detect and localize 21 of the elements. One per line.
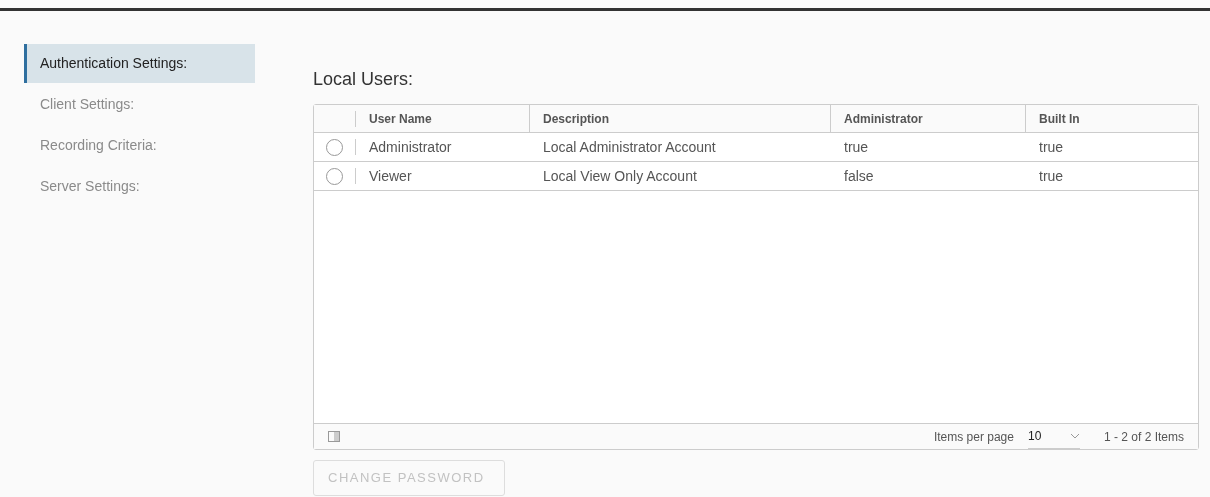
table-cell-text: Local Administrator Account	[542, 137, 716, 157]
table-cell-text: Local View Only Account	[542, 166, 697, 186]
row-radio[interactable]	[326, 138, 343, 156]
items-per-page-select[interactable]: 10	[1027, 424, 1080, 449]
column-header[interactable]: Built In	[1026, 109, 1080, 128]
chevron-down-icon	[1069, 433, 1080, 439]
table-cell-text: true	[1038, 137, 1064, 157]
column-header[interactable]: Description	[530, 109, 609, 128]
table-cell-text: Viewer	[368, 166, 412, 186]
section-title: Local Users:	[313, 68, 415, 91]
columns-toggle-icon[interactable]	[328, 431, 340, 442]
table-cell-text: Administrator	[368, 137, 452, 157]
table-cell-text: false	[843, 166, 874, 186]
sidebar-item[interactable]: Authentication Settings:	[24, 44, 255, 83]
table-cell-text: true	[843, 137, 869, 157]
column-header[interactable]: User Name	[356, 109, 432, 128]
table-cell-text: true	[1038, 166, 1064, 186]
pagination-range: 1 - 2 of 2 Items	[1103, 428, 1184, 446]
row-radio[interactable]	[326, 167, 343, 185]
items-per-page-label: Items per page	[933, 428, 1014, 446]
column-header[interactable]: Administrator	[831, 109, 923, 128]
